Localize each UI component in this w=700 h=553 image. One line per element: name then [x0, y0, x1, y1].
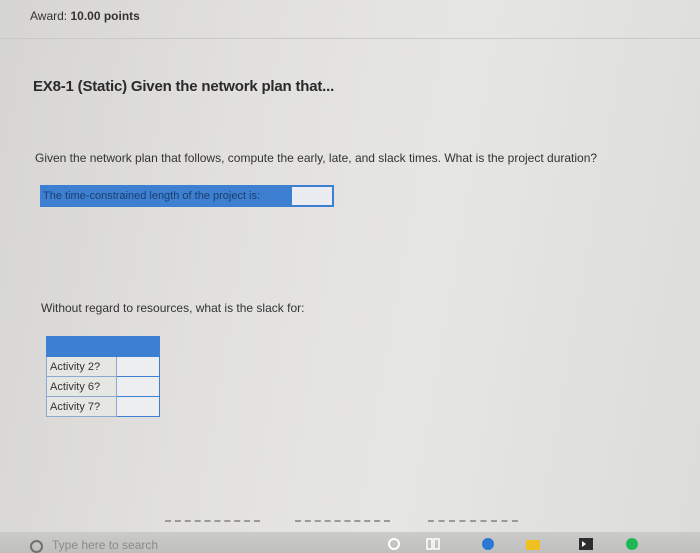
task-view-icon[interactable] — [425, 537, 441, 551]
table-row: Activity 2? — [46, 356, 160, 377]
spotify-icon[interactable] — [624, 537, 640, 551]
slack-question-text: Without regard to resources, what is the… — [41, 301, 305, 315]
duration-prompt: The time-constrained length of the proje… — [40, 185, 334, 207]
network-diagram-edge — [428, 520, 518, 530]
table-row: Activity 6? — [46, 376, 160, 397]
slack-table: Activity 2? Activity 6? Activity 7? — [46, 336, 160, 417]
slack-input-activity-2[interactable] — [116, 356, 160, 377]
slack-row-label: Activity 2? — [46, 356, 117, 377]
duration-input[interactable] — [290, 185, 334, 207]
network-diagram-edge — [295, 520, 390, 530]
visual-studio-icon[interactable] — [578, 537, 594, 551]
header-bar: Award: 10.00 points — [0, 0, 700, 36]
award-label: Award: — [30, 9, 68, 23]
award-points: Award: 10.00 points — [30, 9, 140, 23]
award-value: 10.00 points — [70, 9, 140, 23]
table-row: Activity 7? — [46, 396, 160, 417]
slack-row-label: Activity 6? — [46, 376, 117, 397]
taskbar-search-input[interactable]: Type here to search — [52, 538, 158, 552]
search-icon[interactable] — [30, 540, 43, 553]
duration-label: The time-constrained length of the proje… — [40, 185, 290, 207]
edge-browser-icon[interactable] — [480, 537, 496, 551]
slack-header-label — [46, 336, 117, 357]
header-divider — [0, 38, 700, 39]
file-explorer-icon[interactable] — [525, 537, 541, 551]
question-title: EX8-1 (Static) Given the network plan th… — [33, 78, 335, 95]
cortana-icon[interactable] — [386, 537, 402, 551]
slack-input-activity-6[interactable] — [116, 376, 160, 397]
network-diagram-edge — [165, 520, 260, 530]
slack-input-activity-7[interactable] — [116, 396, 160, 417]
slack-table-header — [46, 336, 160, 357]
slack-row-label: Activity 7? — [46, 396, 117, 417]
question-text: Given the network plan that follows, com… — [35, 151, 598, 165]
slack-header-value — [116, 336, 160, 357]
